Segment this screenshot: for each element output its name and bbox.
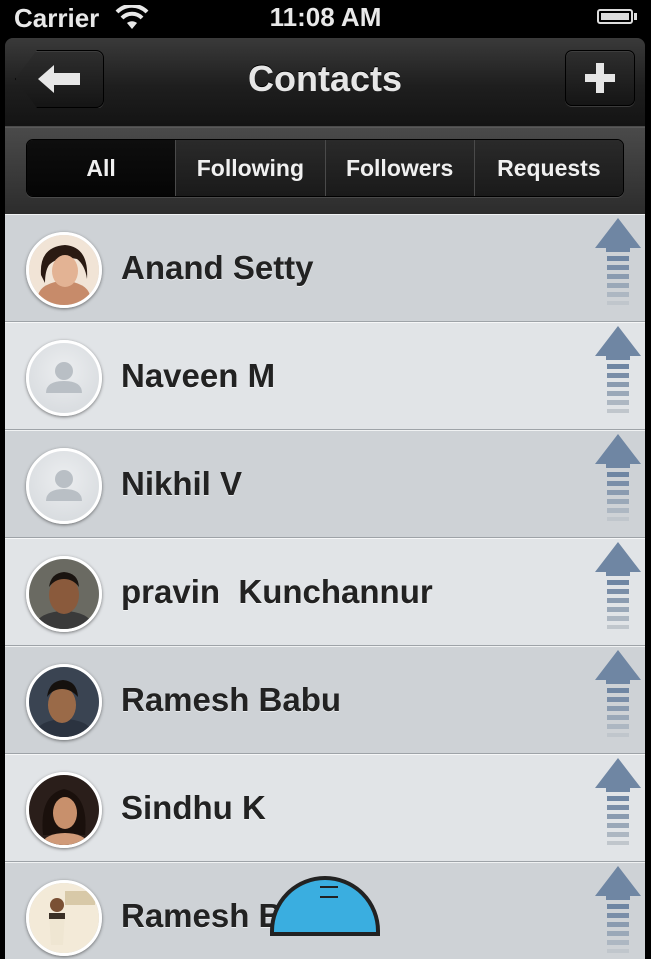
avatar: [26, 772, 102, 848]
contact-row[interactable]: Anand Setty: [5, 214, 645, 322]
person-icon: [46, 362, 82, 393]
plus-icon: [585, 63, 615, 93]
page-title: Contacts: [247, 58, 403, 99]
status-time: 11:08 AM: [269, 2, 382, 32]
battery-tip: [634, 13, 637, 20]
contact-name: Nikhil V: [121, 465, 243, 502]
segment-bar: All Following Followers Requests: [5, 127, 645, 214]
person-icon: [46, 470, 82, 501]
avatar: [26, 880, 102, 956]
segmented-control: All Following Followers Requests: [26, 139, 624, 197]
promote-arrow-icon[interactable]: [595, 758, 641, 854]
app-frame: Contacts All Following Followers Request…: [5, 38, 645, 959]
contact-row[interactable]: pravin Kunchannur: [5, 538, 645, 646]
contact-name: pravin Kunchannur: [121, 573, 433, 610]
avatar-placeholder: [26, 340, 102, 416]
contact-row[interactable]: Sindhu K: [5, 754, 645, 862]
contact-name: Sindhu K: [121, 789, 266, 826]
promote-arrow-icon[interactable]: [595, 434, 641, 530]
avatar: [26, 232, 102, 308]
contact-name: Ramesh Babu: [121, 681, 342, 718]
contact-row[interactable]: Naveen M: [5, 322, 645, 430]
promote-arrow-icon[interactable]: [595, 650, 641, 746]
contact-name: Naveen M: [121, 357, 276, 394]
status-bar: Carrier 11:08 AM: [0, 0, 651, 38]
navigation-bar: Contacts: [5, 38, 645, 127]
promote-arrow-icon[interactable]: [595, 866, 641, 959]
battery-icon: [597, 9, 633, 24]
promote-arrow-icon[interactable]: [595, 542, 641, 638]
contact-name: Anand Setty: [121, 249, 314, 286]
add-contact-button[interactable]: [565, 50, 635, 106]
segment-all[interactable]: All: [27, 140, 176, 196]
avatar-placeholder: [26, 448, 102, 524]
segment-requests[interactable]: Requests: [473, 140, 623, 196]
avatar: [26, 664, 102, 740]
contact-row[interactable]: Ramesh Babu: [5, 646, 645, 754]
contact-row[interactable]: Nikhil V: [5, 430, 645, 538]
segment-followers[interactable]: Followers: [324, 140, 474, 196]
grip-icon: [320, 886, 338, 898]
segment-following[interactable]: Following: [175, 140, 325, 196]
contact-list: Anand Setty Naveen M Nikhil V pravin Kun…: [5, 214, 645, 959]
promote-arrow-icon[interactable]: [595, 326, 641, 422]
promote-arrow-icon[interactable]: [595, 218, 641, 314]
avatar: [26, 556, 102, 632]
